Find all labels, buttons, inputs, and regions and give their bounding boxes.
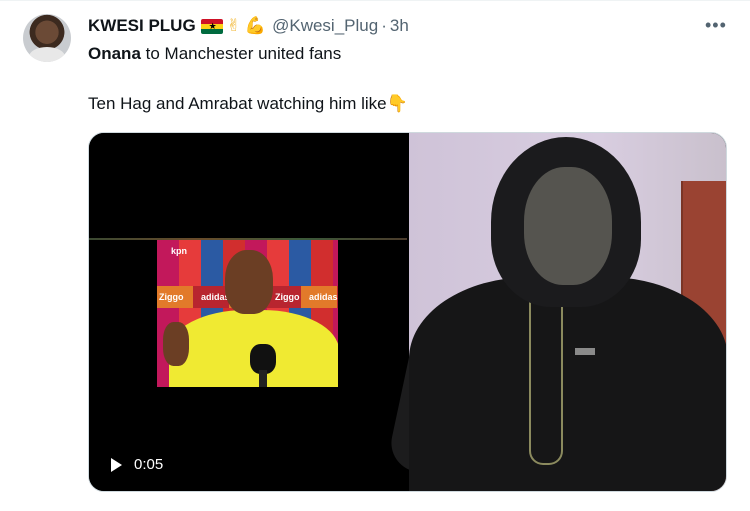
pointing-down-icon: 👇 (386, 94, 408, 114)
victory-hand-icon: ✌ (226, 16, 241, 36)
video-inset-image: kpn Ziggo adidas Ziggo adidas (157, 240, 338, 387)
handle[interactable]: @Kwesi_Plug (272, 16, 378, 36)
meme-image[interactable] (386, 133, 726, 491)
ghana-flag-icon: ★ (200, 18, 223, 34)
video-duration: 0:05 (134, 456, 164, 473)
timestamp[interactable]: 3h (390, 16, 409, 36)
display-name[interactable]: KWESI PLUG (88, 16, 196, 36)
video-panel[interactable]: kpn Ziggo adidas Ziggo adidas 0:05 (89, 133, 407, 491)
avatar[interactable] (23, 14, 71, 62)
tweet-text-line1: Onana to Manchester united fans (88, 43, 341, 65)
separator: · (381, 16, 387, 35)
flexed-biceps-icon: 💪 (244, 16, 267, 36)
tweet-header: KWESI PLUG ★ ✌ 💪 @Kwesi_Plug · 3h (88, 15, 409, 37)
inset-label: Ziggo (275, 292, 300, 302)
tweet-text: Ten Hag and Amrabat watching him like (88, 94, 387, 113)
tweet-text-line2: Ten Hag and Amrabat watching him like👇 (88, 93, 408, 115)
media-container[interactable]: kpn Ziggo adidas Ziggo adidas 0:05 (88, 132, 727, 492)
tweet[interactable]: KWESI PLUG ★ ✌ 💪 @Kwesi_Plug · 3h ••• On… (0, 0, 750, 511)
tweet-text-rest: to Manchester united fans (140, 44, 342, 63)
mention-text: Onana (88, 44, 141, 63)
inset-label: kpn (171, 246, 188, 256)
inset-label: Ziggo (159, 292, 184, 302)
more-options-icon[interactable]: ••• (705, 15, 727, 36)
video-controls[interactable]: 0:05 (111, 456, 163, 473)
inset-label: adidas (309, 292, 338, 302)
play-icon[interactable] (111, 457, 122, 472)
